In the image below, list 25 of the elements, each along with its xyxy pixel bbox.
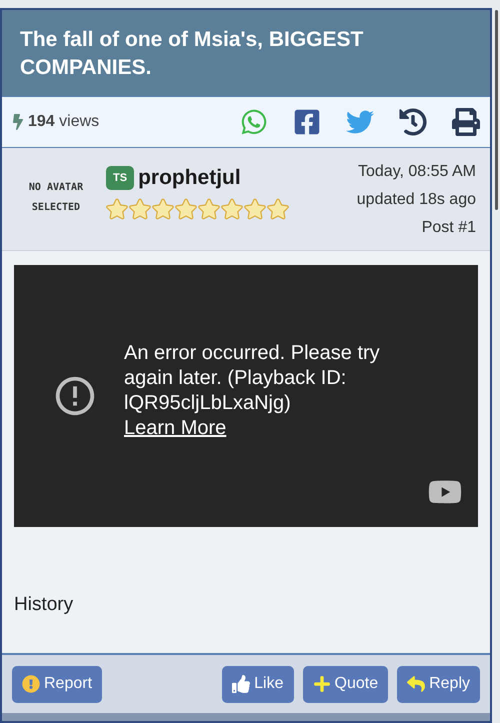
quote-button[interactable]: Quote	[302, 666, 388, 702]
history-icon[interactable]	[399, 108, 427, 136]
updated-time: updated 18s ago	[356, 190, 476, 210]
thumbs-up-icon	[232, 675, 250, 693]
scrollbar[interactable]	[494, 10, 498, 210]
reply-icon	[407, 675, 426, 693]
error-message: An error occurred. Please try again later. (Playback ID: lQR95cljLbLxaNjg)	[124, 341, 381, 416]
report-button[interactable]: Report	[12, 666, 102, 702]
no-avatar-text: NO AVATAR SELECTED	[28, 181, 84, 215]
post-number[interactable]: Post #1	[422, 214, 476, 242]
post-body: History	[14, 593, 74, 617]
warning-icon	[22, 675, 40, 693]
bolt-icon	[12, 114, 24, 130]
learn-more-link[interactable]: Learn More	[124, 417, 226, 439]
facebook-icon[interactable]	[293, 108, 321, 136]
print-icon[interactable]	[452, 108, 480, 136]
reply-button[interactable]: Reply	[397, 666, 480, 702]
user-badge: TS	[106, 166, 134, 190]
view-count: 194 views	[28, 112, 100, 132]
like-button[interactable]: Like	[222, 666, 294, 702]
post-date: Today, 08:55 AM	[358, 162, 476, 182]
thread-title: The fall of one of Msia's, BIGGEST COMPANIES.	[20, 27, 364, 81]
username[interactable]: prophetjul	[138, 162, 241, 194]
twitter-icon[interactable]	[346, 108, 374, 136]
plus-icon	[312, 675, 330, 693]
